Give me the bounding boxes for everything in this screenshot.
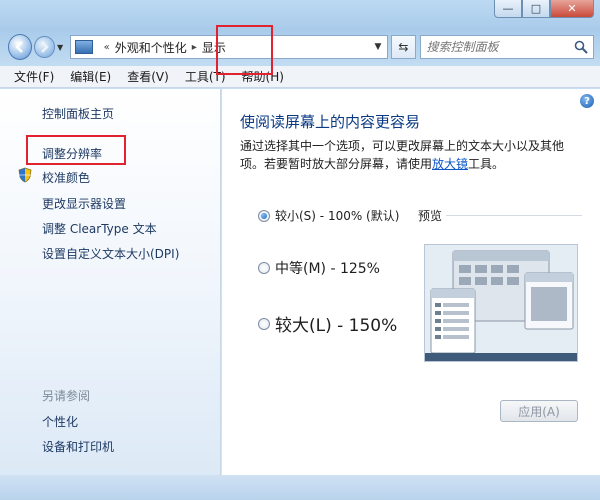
refresh-icon: ⇆	[398, 40, 409, 54]
sidebar-item-resolution[interactable]: 调整分辨率	[42, 145, 102, 162]
sidebar-item-calibrate[interactable]: 校准颜色	[42, 169, 90, 186]
address-dropdown-icon[interactable]: ▼	[374, 42, 381, 52]
apply-button[interactable]: 应用(A)	[500, 400, 578, 422]
menu-tools[interactable]: 工具(T)	[185, 68, 226, 85]
menu-help[interactable]: 帮助(H)	[242, 68, 284, 85]
sidebar-item-personalization[interactable]: 个性化	[42, 413, 78, 430]
option-larger[interactable]: 较大(L) - 150%	[258, 311, 397, 336]
window-controls: — □ ✕	[494, 0, 594, 18]
preview-image	[424, 244, 578, 362]
recent-pages-dropdown[interactable]: ▼	[55, 43, 66, 52]
close-button[interactable]: ✕	[550, 0, 594, 18]
menu-edit[interactable]: 编辑(E)	[70, 68, 111, 85]
search-input[interactable]	[426, 40, 577, 54]
sidebar-item-cleartype[interactable]: 调整 ClearType 文本	[42, 220, 157, 237]
option-medium[interactable]: 中等(M) - 125%	[258, 258, 380, 278]
magnifier-link[interactable]: 放大镜	[432, 157, 468, 171]
breadcrumb-overflow[interactable]: «	[104, 42, 110, 53]
see-also-heading: 另请参阅	[42, 389, 91, 403]
breadcrumb-display[interactable]: 显示	[202, 39, 226, 56]
description-text-end: 工具。	[468, 157, 505, 171]
search-box[interactable]	[419, 35, 594, 59]
page-description: 通过选择其中一个选项，可以更改屏幕上的文本大小以及其他项。若要暂时放大部分屏幕，…	[240, 137, 582, 173]
menu-file[interactable]: 文件(F)	[14, 68, 54, 85]
radio-larger[interactable]	[258, 317, 270, 330]
search-icon[interactable]	[574, 40, 588, 54]
preview-divider	[446, 215, 582, 216]
radio-smaller[interactable]	[258, 209, 270, 222]
address-bar[interactable]: « 外观和个性化 ▸ 显示 ▼	[69, 35, 389, 59]
menu-bar: 文件(F) 编辑(E) 查看(V) 工具(T) 帮助(H)	[0, 66, 600, 88]
navigation-bar: ▼ « 外观和个性化 ▸ 显示 ▼ ⇆	[8, 32, 594, 62]
minimize-button[interactable]: —	[494, 0, 522, 18]
shield-icon	[18, 167, 32, 183]
menu-view[interactable]: 查看(V)	[127, 68, 169, 85]
option-medium-label: 中等(M) - 125%	[275, 261, 380, 277]
help-icon[interactable]: ?	[580, 94, 594, 108]
radio-medium[interactable]	[258, 262, 270, 274]
preview-desktop-illustration	[425, 245, 577, 361]
breadcrumb-separator[interactable]: ▸	[192, 42, 197, 53]
forward-button[interactable]	[34, 36, 55, 58]
sidebar-item-devices-printers[interactable]: 设备和打印机	[42, 438, 114, 455]
sidebar: 控制面板主页 调整分辨率 校准颜色 更改显示器设置 调整 ClearType 文…	[0, 89, 221, 475]
description-text: 通过选择其中一个选项，可以更改屏幕上的文本大小以及其他项。若要暂时放大部分屏幕，…	[240, 139, 565, 171]
option-larger-label: 较大(L) - 150%	[275, 316, 398, 336]
control-panel-icon	[74, 40, 93, 54]
sidebar-item-custom-dpi[interactable]: 设置自定义文本大小(DPI)	[42, 245, 179, 262]
window-bottom-border	[0, 475, 600, 500]
maximize-button[interactable]: □	[522, 0, 550, 18]
breadcrumb-appearance[interactable]: 外观和个性化	[115, 39, 187, 56]
sidebar-item-home[interactable]: 控制面板主页	[42, 105, 114, 122]
option-smaller-label: 较小(S) - 100% (默认)	[275, 209, 400, 223]
forward-arrow-icon	[41, 41, 50, 53]
control-panel-window: — □ ✕ ▼ « 外观和个性化 ▸ 显示 ▼ ⇆ 搜索控制面板 文件(F) 编…	[0, 0, 600, 500]
page-title: 使阅读屏幕上的内容更容易	[240, 113, 421, 131]
back-arrow-icon	[15, 41, 23, 53]
sidebar-item-display-settings[interactable]: 更改显示器设置	[42, 195, 126, 212]
option-smaller[interactable]: 较小(S) - 100% (默认)	[258, 207, 399, 224]
preview-label: 预览	[418, 209, 443, 223]
back-button[interactable]	[8, 34, 33, 60]
main-content: ? 使阅读屏幕上的内容更容易 通过选择其中一个选项，可以更改屏幕上的文本大小以及…	[222, 89, 600, 475]
refresh-button[interactable]: ⇆	[391, 35, 416, 59]
